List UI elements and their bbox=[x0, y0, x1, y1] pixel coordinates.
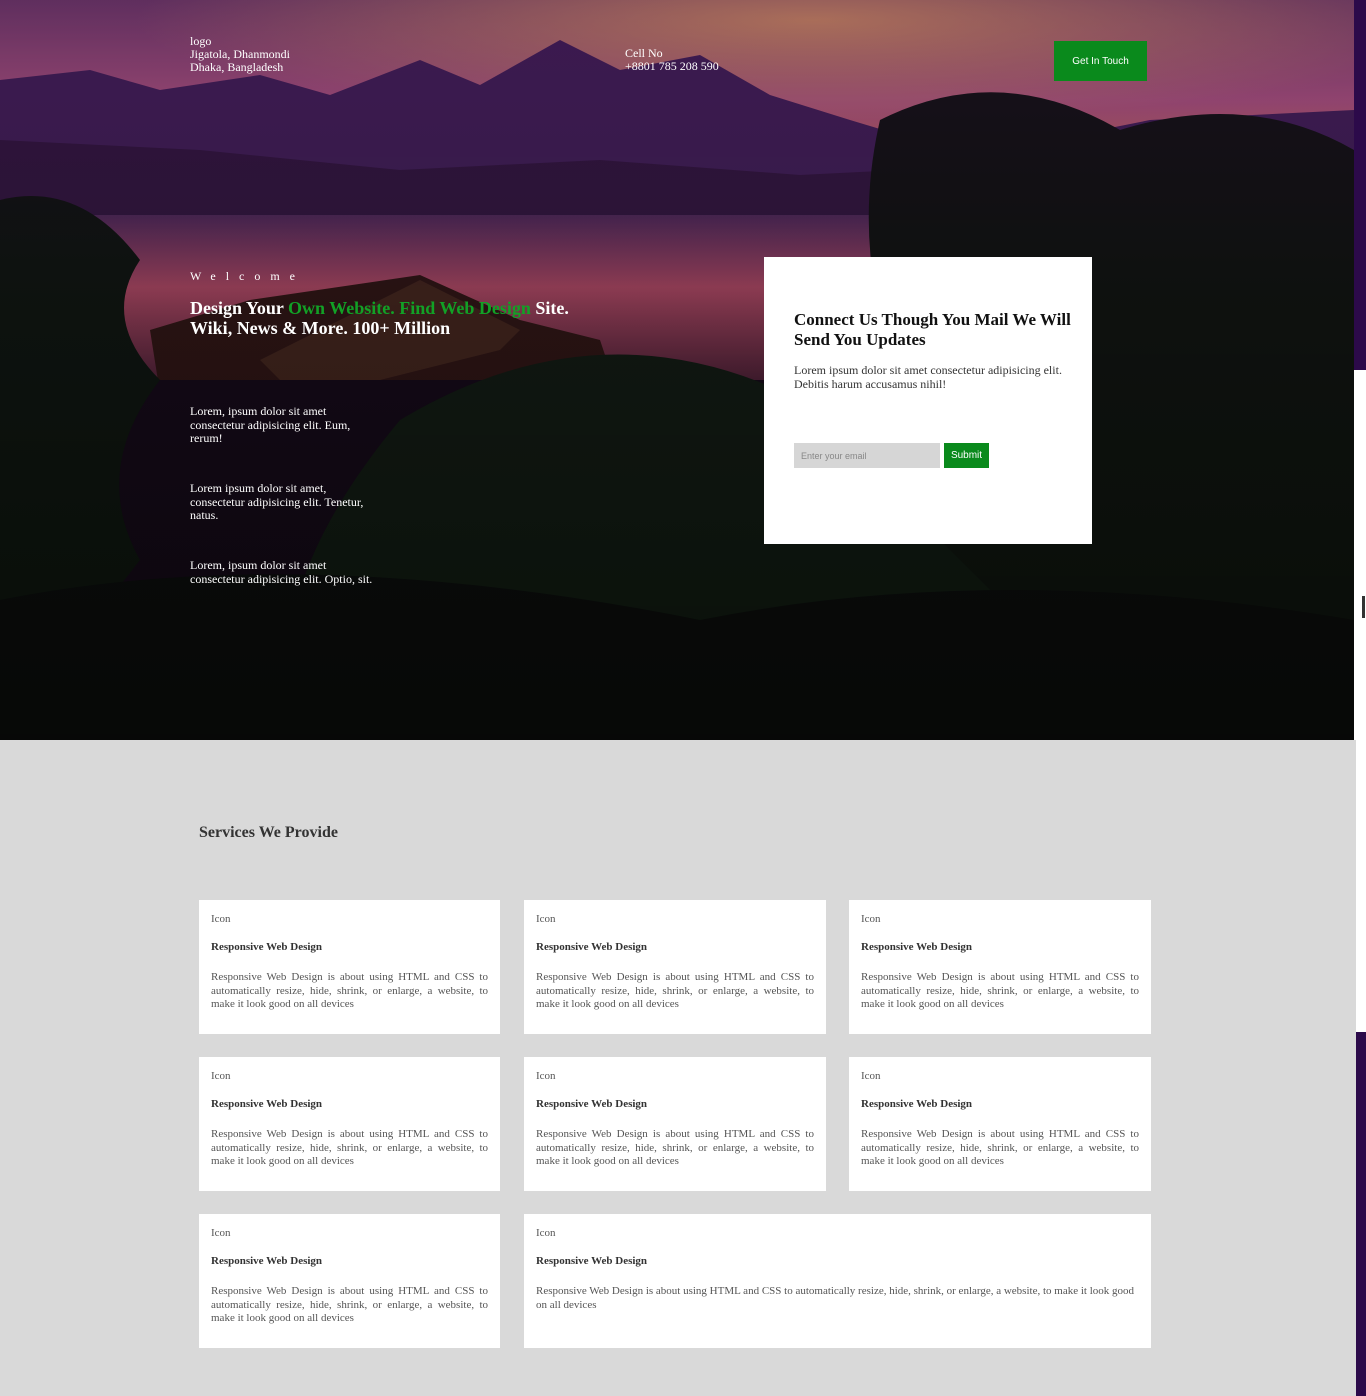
subscribe-text: Lorem ipsum dolor sit amet consectetur a… bbox=[794, 363, 1062, 391]
email-input[interactable] bbox=[794, 443, 940, 468]
service-description: Responsive Web Design is about using HTM… bbox=[211, 1285, 488, 1324]
scrollbar-thumb[interactable] bbox=[1362, 596, 1365, 618]
service-description: Responsive Web Design is about using HTM… bbox=[536, 971, 814, 1010]
service-title: Responsive Web Design bbox=[211, 941, 323, 953]
hero-overlay bbox=[0, 0, 1354, 740]
service-description: Responsive Web Design is about using HTM… bbox=[211, 1128, 488, 1167]
service-icon: Icon bbox=[211, 913, 231, 925]
service-icon: Icon bbox=[211, 1070, 231, 1082]
service-card: Icon Responsive Web Design Responsive We… bbox=[849, 1057, 1151, 1191]
hero-paragraph-2: Lorem ipsum dolor sit amet, consectetur … bbox=[190, 481, 364, 522]
service-description: Responsive Web Design is about using HTM… bbox=[861, 1128, 1139, 1167]
service-title: Responsive Web Design bbox=[211, 1255, 323, 1267]
submit-button[interactable]: Submit bbox=[944, 443, 989, 468]
page-edge-strip bbox=[1354, 0, 1366, 370]
service-description: Responsive Web Design is about using HTM… bbox=[861, 971, 1139, 1010]
service-icon: Icon bbox=[536, 1070, 556, 1082]
service-card-wide: Icon Responsive Web Design Responsive We… bbox=[524, 1214, 1151, 1348]
cell-number: +8801 785 208 590 bbox=[625, 59, 719, 73]
headline-line-2: Wiki, News & More. 100+ Million bbox=[190, 318, 451, 338]
service-icon: Icon bbox=[861, 1070, 881, 1082]
hero-paragraph-1: Lorem, ipsum dolor sit amet consectetur … bbox=[190, 404, 351, 445]
subscribe-card: Connect Us Though You Mail We Will Send … bbox=[764, 257, 1092, 544]
service-title: Responsive Web Design bbox=[536, 941, 648, 953]
service-card: Icon Responsive Web Design Responsive We… bbox=[199, 1057, 500, 1191]
subscribe-title: Connect Us Though You Mail We Will Send … bbox=[794, 310, 1071, 349]
hero-headline: Design Your Own Website. Find Web Design… bbox=[190, 298, 610, 338]
service-card: Icon Responsive Web Design Responsive We… bbox=[199, 900, 500, 1034]
service-card: Icon Responsive Web Design Responsive We… bbox=[524, 900, 826, 1034]
headline-part-1: Design Your bbox=[190, 298, 289, 318]
services-title: Services We Provide bbox=[199, 824, 338, 841]
cell-block: Cell No +8801 785 208 590 bbox=[625, 47, 719, 73]
service-card: Icon Responsive Web Design Responsive We… bbox=[199, 1214, 500, 1348]
address-line-2: Dhaka, Bangladesh bbox=[190, 60, 284, 74]
service-card: Icon Responsive Web Design Responsive We… bbox=[524, 1057, 826, 1191]
page-edge-strip-lower bbox=[1356, 1032, 1366, 1396]
service-icon: Icon bbox=[536, 1227, 556, 1239]
headline-part-2: Site. bbox=[530, 298, 569, 318]
get-in-touch-button[interactable]: Get In Touch bbox=[1054, 41, 1147, 81]
service-description: Responsive Web Design is about using HTM… bbox=[211, 971, 488, 1010]
service-description: Responsive Web Design is about using HTM… bbox=[536, 1285, 1135, 1311]
service-icon: Icon bbox=[861, 913, 881, 925]
services-section: Services We Provide Icon Responsive Web … bbox=[0, 740, 1356, 1396]
service-title: Responsive Web Design bbox=[536, 1098, 648, 1110]
service-title: Responsive Web Design bbox=[861, 1098, 973, 1110]
service-card: Icon Responsive Web Design Responsive We… bbox=[849, 900, 1151, 1034]
header-contact-block: logo Jigatola, Dhanmondi Dhaka, Banglade… bbox=[190, 35, 290, 74]
service-icon: Icon bbox=[536, 913, 556, 925]
hero-paragraph-3: Lorem, ipsum dolor sit amet consectetur … bbox=[190, 558, 373, 586]
welcome-text: Welcome bbox=[190, 269, 306, 283]
service-icon: Icon bbox=[211, 1227, 231, 1239]
hero-section: logo Jigatola, Dhanmondi Dhaka, Banglade… bbox=[0, 0, 1354, 740]
service-title: Responsive Web Design bbox=[536, 1255, 648, 1267]
service-description: Responsive Web Design is about using HTM… bbox=[536, 1128, 814, 1167]
service-title: Responsive Web Design bbox=[861, 941, 973, 953]
service-title: Responsive Web Design bbox=[211, 1098, 323, 1110]
headline-highlight: Own Website. Find Web Design bbox=[288, 298, 531, 318]
